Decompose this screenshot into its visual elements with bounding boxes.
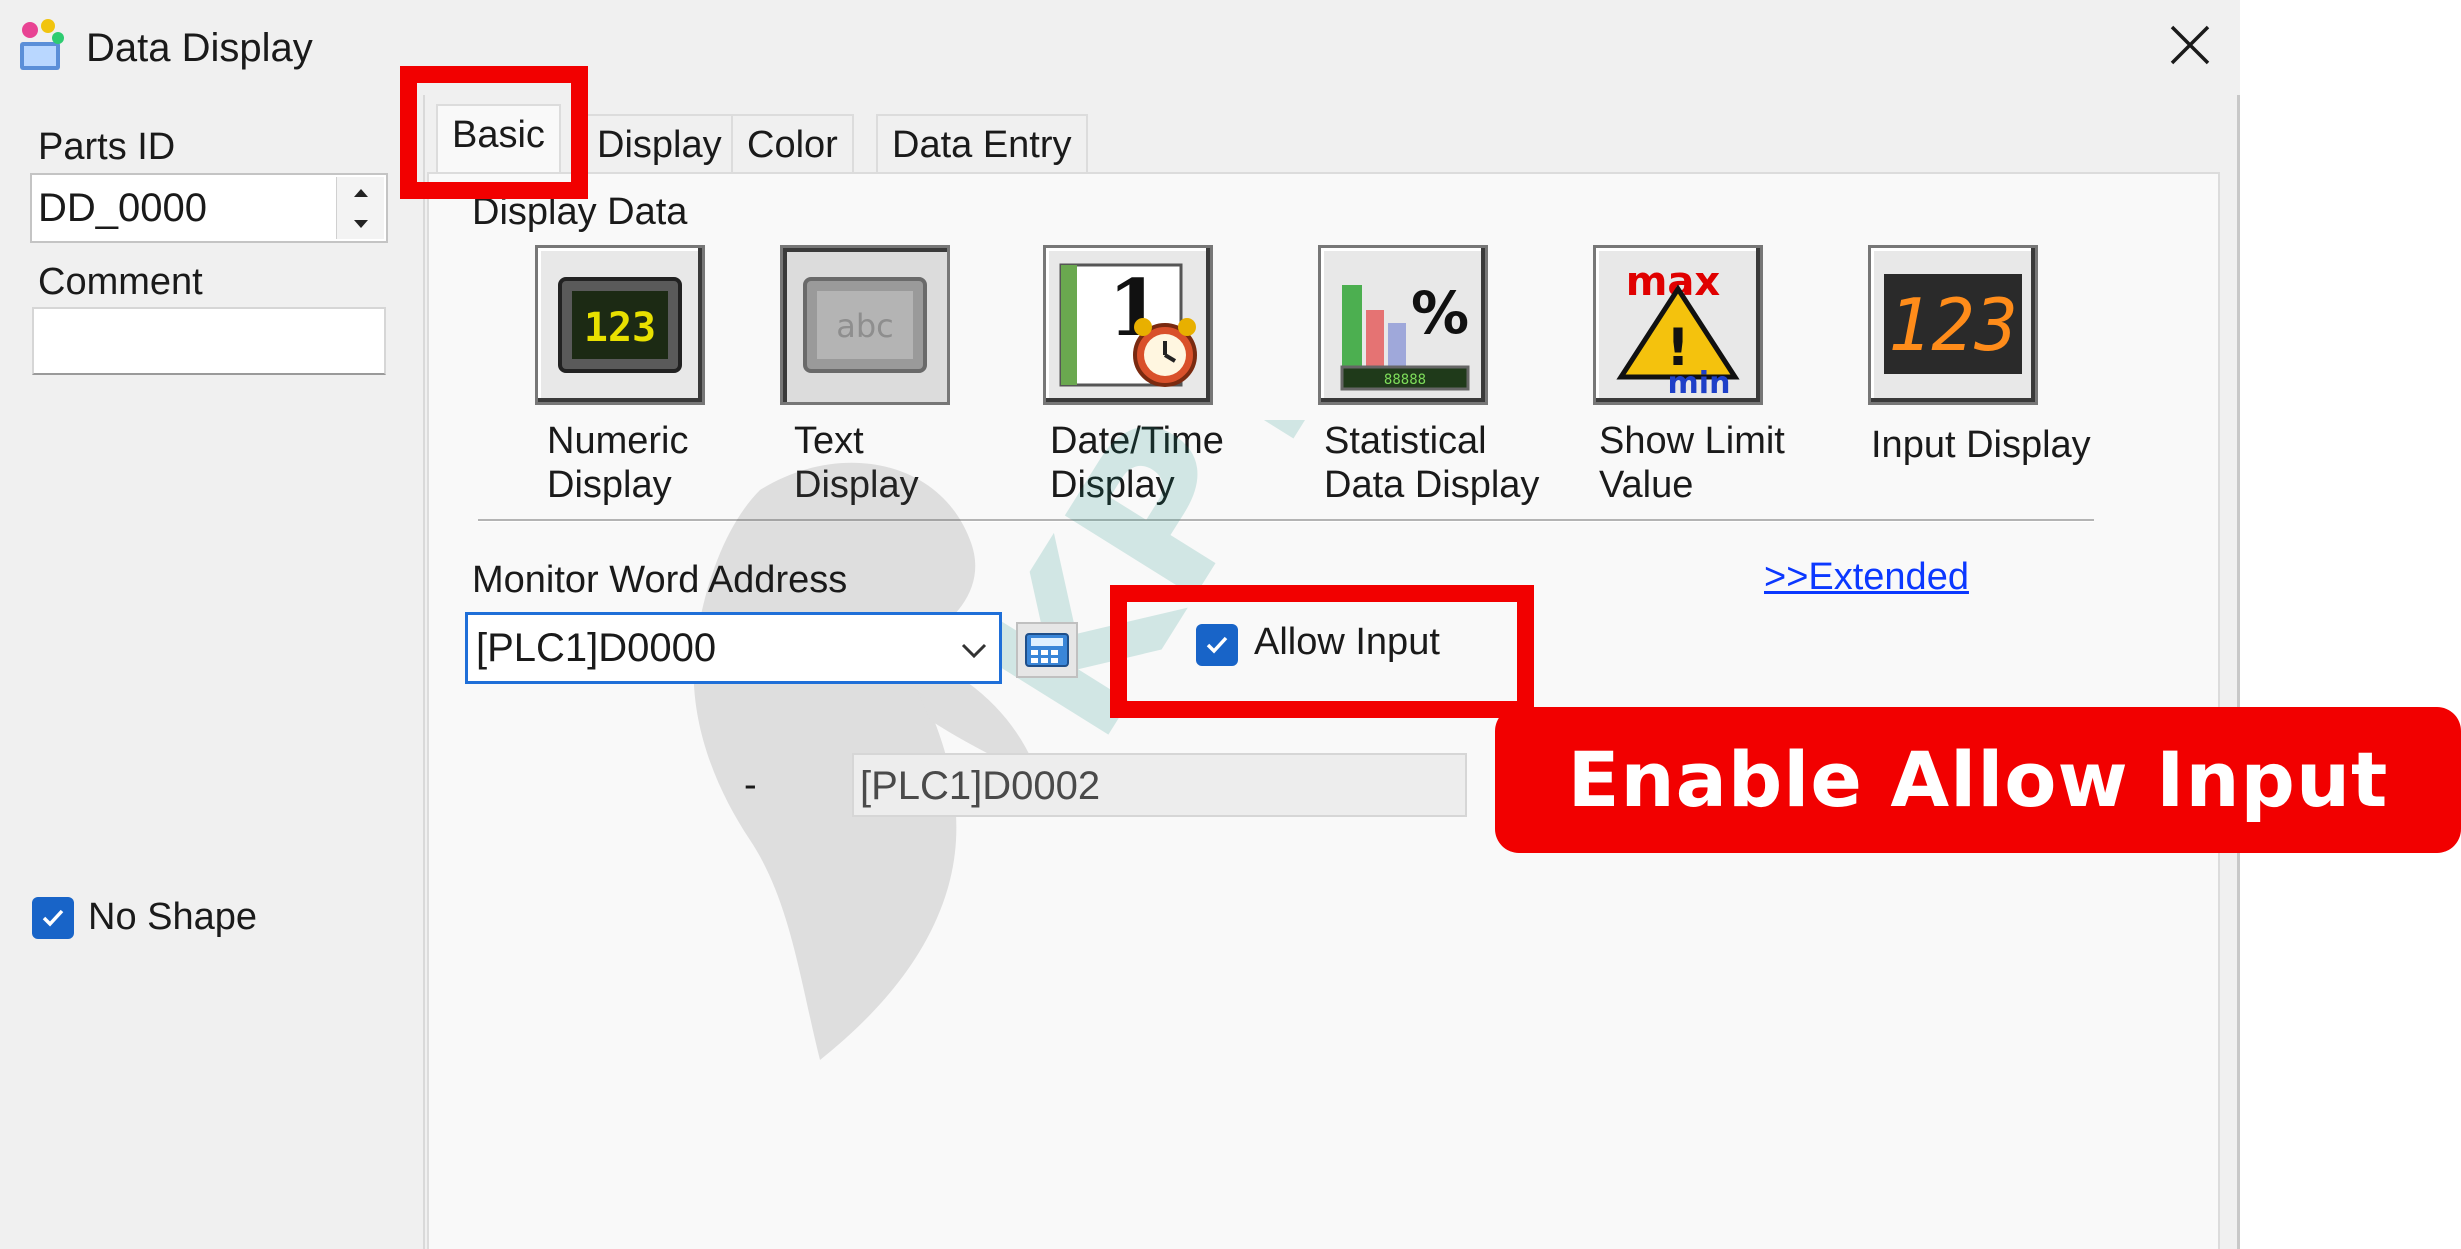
show-limit-label-1: Show Limit <box>1599 420 1785 462</box>
parts-id-label: Parts ID <box>38 126 176 168</box>
monitor-word-address-value: [PLC1]D0000 <box>476 626 717 670</box>
show-limit-icon: max ! min <box>1616 259 1740 395</box>
parts-id-value: DD_0000 <box>38 186 208 230</box>
tab-color[interactable]: Color <box>731 114 854 172</box>
svg-text:123: 123 <box>1888 283 2018 367</box>
svg-text:%: % <box>1411 279 1469 347</box>
comment-label: Comment <box>38 261 203 303</box>
show-limit-button[interactable]: max ! min <box>1593 245 1763 405</box>
extended-link[interactable]: >>Extended <box>1764 554 1969 600</box>
datetime-display-icon: 1 <box>1059 263 1197 387</box>
svg-text:abc: abc <box>836 307 894 345</box>
checkmark-icon <box>42 909 64 927</box>
tab-data-entry[interactable]: Data Entry <box>876 114 1088 172</box>
input-display-label: Input Display <box>1871 424 2091 466</box>
statistical-display-icon: % 88888 <box>1340 279 1470 391</box>
numeric-display-label-1: Numeric <box>547 420 689 462</box>
datetime-display-label-2: Display <box>1050 464 1175 506</box>
numeric-display-icon: 123 <box>558 277 682 373</box>
spin-up-icon[interactable] <box>337 177 384 208</box>
app-icon <box>20 19 64 70</box>
svg-text:88888: 88888 <box>1384 372 1426 388</box>
window-title: Data Display <box>86 26 313 70</box>
range-end-field: [PLC1]D0002 <box>852 753 1467 817</box>
close-icon <box>2170 25 2210 65</box>
monitor-word-address-label: Monitor Word Address <box>472 559 848 601</box>
range-end-value: [PLC1]D0002 <box>860 764 1101 808</box>
address-input-button[interactable] <box>1016 622 1078 678</box>
input-display-icon: 123 <box>1884 274 2022 374</box>
chevron-down-icon[interactable] <box>957 633 991 667</box>
input-display-button[interactable]: 123 <box>1868 245 2038 405</box>
datetime-display-label-1: Date/Time <box>1050 420 1224 462</box>
statistical-display-label-2: Data Display <box>1324 464 1540 506</box>
comment-field[interactable] <box>32 307 386 375</box>
keypad-icon <box>1025 633 1069 667</box>
numeric-display-button[interactable]: 123 <box>535 245 705 405</box>
callout-text: Enable Allow Input <box>1567 735 2389 824</box>
tab-display[interactable]: Display <box>581 114 738 172</box>
show-limit-label-2: Value <box>1599 464 1694 506</box>
monitor-word-address-combo[interactable]: [PLC1]D0000 <box>465 612 1002 684</box>
spin-down-icon[interactable] <box>337 208 384 239</box>
numeric-display-label-2: Display <box>547 464 672 506</box>
left-panel: Parts ID DD_0000 Comment No Shape <box>0 95 425 1249</box>
statistical-display-button[interactable]: % 88888 <box>1318 245 1488 405</box>
allow-input-highlight <box>1110 585 1534 718</box>
no-shape-checkbox[interactable] <box>32 897 74 939</box>
tab-basic[interactable]: Basic <box>436 104 561 172</box>
no-shape-label: No Shape <box>88 896 258 938</box>
section-divider <box>478 519 2094 522</box>
text-display-button[interactable]: abc <box>780 245 950 405</box>
text-display-label-2: Display <box>794 464 919 506</box>
statistical-display-label-1: Statistical <box>1324 420 1487 462</box>
close-button[interactable] <box>2150 12 2230 78</box>
title-bar: Data Display <box>0 0 2240 95</box>
annotation-callout: Enable Allow Input <box>1495 707 2461 853</box>
datetime-display-button[interactable]: 1 <box>1043 245 1213 405</box>
svg-text:123: 123 <box>584 305 656 351</box>
svg-text:min: min <box>1668 366 1731 395</box>
parts-id-spinner[interactable] <box>336 177 384 239</box>
range-dash: - <box>744 764 757 806</box>
text-display-icon: abc <box>803 277 927 373</box>
parts-id-field[interactable]: DD_0000 <box>30 173 388 243</box>
text-display-label-1: Text <box>794 420 864 462</box>
